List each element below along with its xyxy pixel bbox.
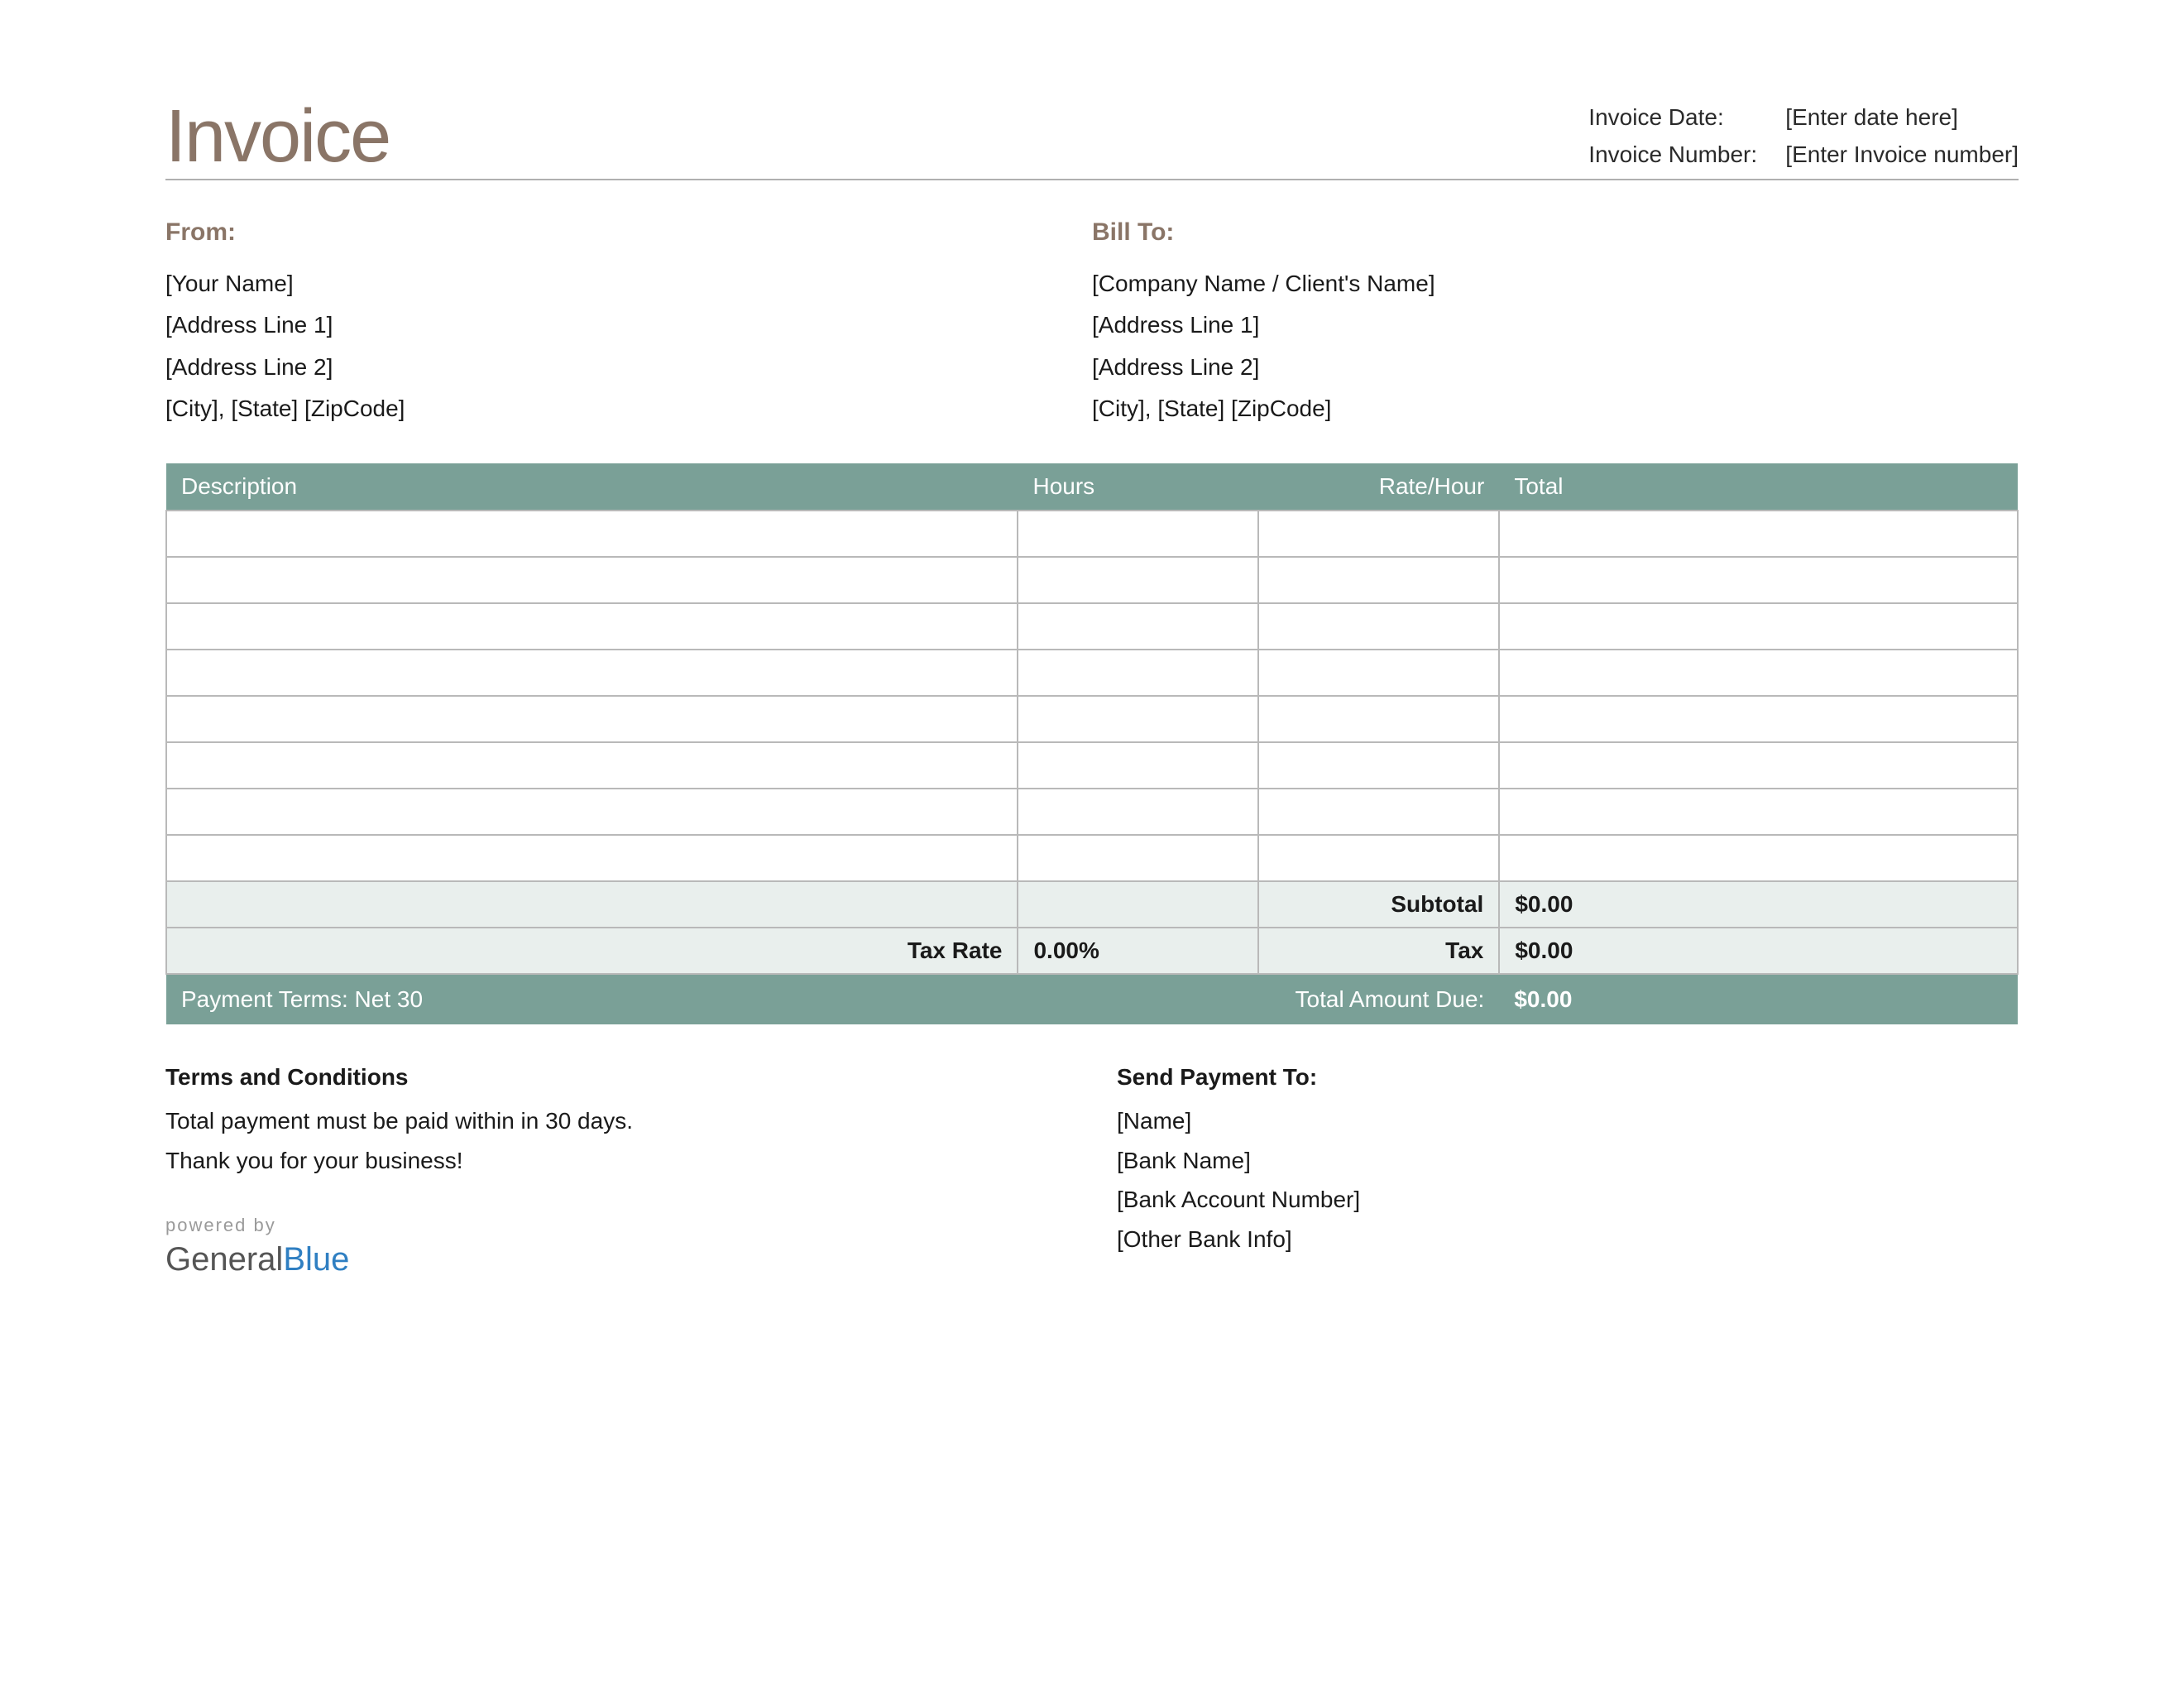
- payment-to-line[interactable]: [Bank Name]: [1117, 1141, 2019, 1181]
- col-total: Total: [1499, 463, 2018, 511]
- subtotal-row: Subtotal $0.00: [166, 881, 2018, 928]
- cell-hours[interactable]: [1018, 603, 1258, 650]
- cell-total[interactable]: [1499, 742, 2018, 789]
- brand-part2: Blue: [283, 1241, 349, 1278]
- invoice-date-value[interactable]: [Enter date here]: [1785, 99, 1958, 137]
- cell-rate[interactable]: [1258, 511, 1499, 557]
- cell-hours[interactable]: [1018, 742, 1258, 789]
- cell-total[interactable]: [1499, 835, 2018, 881]
- cell-rate[interactable]: [1258, 650, 1499, 696]
- cell-total[interactable]: [1499, 789, 2018, 835]
- cell-hours[interactable]: [1018, 557, 1258, 603]
- from-heading: From:: [165, 210, 1092, 255]
- col-description: Description: [166, 463, 1018, 511]
- cell-description[interactable]: [166, 557, 1018, 603]
- brand-part1: General: [165, 1241, 283, 1278]
- payment-to-line[interactable]: [Bank Account Number]: [1117, 1180, 2019, 1220]
- cell-description[interactable]: [166, 603, 1018, 650]
- cell-hours[interactable]: [1018, 650, 1258, 696]
- powered-by-block: powered by GeneralBlue: [165, 1210, 1067, 1277]
- cell-hours[interactable]: [1018, 511, 1258, 557]
- cell-rate[interactable]: [1258, 603, 1499, 650]
- cell-rate[interactable]: [1258, 742, 1499, 789]
- payment-to-line[interactable]: [Name]: [1117, 1101, 2019, 1141]
- subtotal-value: $0.00: [1499, 881, 2018, 928]
- cell-total[interactable]: [1499, 650, 2018, 696]
- cell-total[interactable]: [1499, 511, 2018, 557]
- payment-to-line[interactable]: [Other Bank Info]: [1117, 1220, 2019, 1259]
- from-line[interactable]: [City], [State] [ZipCode]: [165, 388, 1092, 429]
- payment-to-heading: Send Payment To:: [1117, 1057, 2019, 1097]
- cell-hours[interactable]: [1018, 835, 1258, 881]
- cell-total[interactable]: [1499, 557, 2018, 603]
- total-due-value: $0.00: [1499, 974, 2018, 1024]
- table-row: [166, 835, 2018, 881]
- table-row: [166, 742, 2018, 789]
- cell-hours[interactable]: [1018, 789, 1258, 835]
- billto-heading: Bill To:: [1092, 210, 2019, 255]
- cell-total[interactable]: [1499, 696, 2018, 742]
- from-line[interactable]: [Your Name]: [165, 263, 1092, 305]
- cell-description[interactable]: [166, 511, 1018, 557]
- from-line[interactable]: [Address Line 2]: [165, 347, 1092, 388]
- cell-rate[interactable]: [1258, 835, 1499, 881]
- tax-label: Tax: [1258, 928, 1499, 974]
- cell-description[interactable]: [166, 696, 1018, 742]
- cell-description[interactable]: [166, 789, 1018, 835]
- tax-rate-value[interactable]: 0.00%: [1018, 928, 1258, 974]
- terms-heading: Terms and Conditions: [165, 1057, 1067, 1097]
- line-items-table: Description Hours Rate/Hour Total Subtot…: [165, 463, 2019, 1024]
- invoice-date-label: Invoice Date:: [1588, 99, 1770, 137]
- addresses: From: [Your Name] [Address Line 1] [Addr…: [165, 210, 2019, 430]
- table-row: [166, 557, 2018, 603]
- invoice-title: Invoice: [165, 99, 390, 174]
- terms-line: Total payment must be paid within in 30 …: [165, 1101, 1067, 1141]
- table-row: [166, 650, 2018, 696]
- cell-rate[interactable]: [1258, 696, 1499, 742]
- billto-line[interactable]: [City], [State] [ZipCode]: [1092, 388, 2019, 429]
- col-rate: Rate/Hour: [1258, 463, 1499, 511]
- table-row: [166, 789, 2018, 835]
- cell-total[interactable]: [1499, 603, 2018, 650]
- payment-to-block: Send Payment To: [Name] [Bank Name] [Ban…: [1117, 1057, 2019, 1278]
- subtotal-label: Subtotal: [1258, 881, 1499, 928]
- from-block: From: [Your Name] [Address Line 1] [Addr…: [165, 210, 1092, 430]
- from-line[interactable]: [Address Line 1]: [165, 305, 1092, 346]
- powered-by-label: powered by: [165, 1210, 1067, 1240]
- tax-row: Tax Rate 0.00% Tax $0.00: [166, 928, 2018, 974]
- tax-value: $0.00: [1499, 928, 2018, 974]
- total-due-row: Payment Terms: Net 30 Total Amount Due: …: [166, 974, 2018, 1024]
- cell-description[interactable]: [166, 742, 1018, 789]
- terms-line: Thank you for your business!: [165, 1141, 1067, 1181]
- total-due-label: Total Amount Due:: [1258, 974, 1499, 1024]
- cell-description[interactable]: [166, 650, 1018, 696]
- table-row: [166, 696, 2018, 742]
- cell-rate[interactable]: [1258, 789, 1499, 835]
- tax-rate-label: Tax Rate: [166, 928, 1018, 974]
- cell-rate[interactable]: [1258, 557, 1499, 603]
- invoice-number-label: Invoice Number:: [1588, 137, 1770, 174]
- payment-terms: Payment Terms: Net 30: [166, 974, 1258, 1024]
- invoice-meta: Invoice Date: [Enter date here] Invoice …: [1588, 99, 2019, 174]
- invoice-number-value[interactable]: [Enter Invoice number]: [1785, 137, 2019, 174]
- table-row: [166, 603, 2018, 650]
- cell-hours[interactable]: [1018, 696, 1258, 742]
- footer: Terms and Conditions Total payment must …: [165, 1057, 2019, 1278]
- billto-block: Bill To: [Company Name / Client's Name] …: [1092, 210, 2019, 430]
- cell-description[interactable]: [166, 835, 1018, 881]
- billto-line[interactable]: [Company Name / Client's Name]: [1092, 263, 2019, 305]
- col-hours: Hours: [1018, 463, 1258, 511]
- billto-line[interactable]: [Address Line 1]: [1092, 305, 2019, 346]
- billto-line[interactable]: [Address Line 2]: [1092, 347, 2019, 388]
- header: Invoice Invoice Date: [Enter date here] …: [165, 99, 2019, 180]
- terms-block: Terms and Conditions Total payment must …: [165, 1057, 1067, 1278]
- brand-logo: GeneralBlue: [165, 1241, 1067, 1278]
- table-header-row: Description Hours Rate/Hour Total: [166, 463, 2018, 511]
- table-row: [166, 511, 2018, 557]
